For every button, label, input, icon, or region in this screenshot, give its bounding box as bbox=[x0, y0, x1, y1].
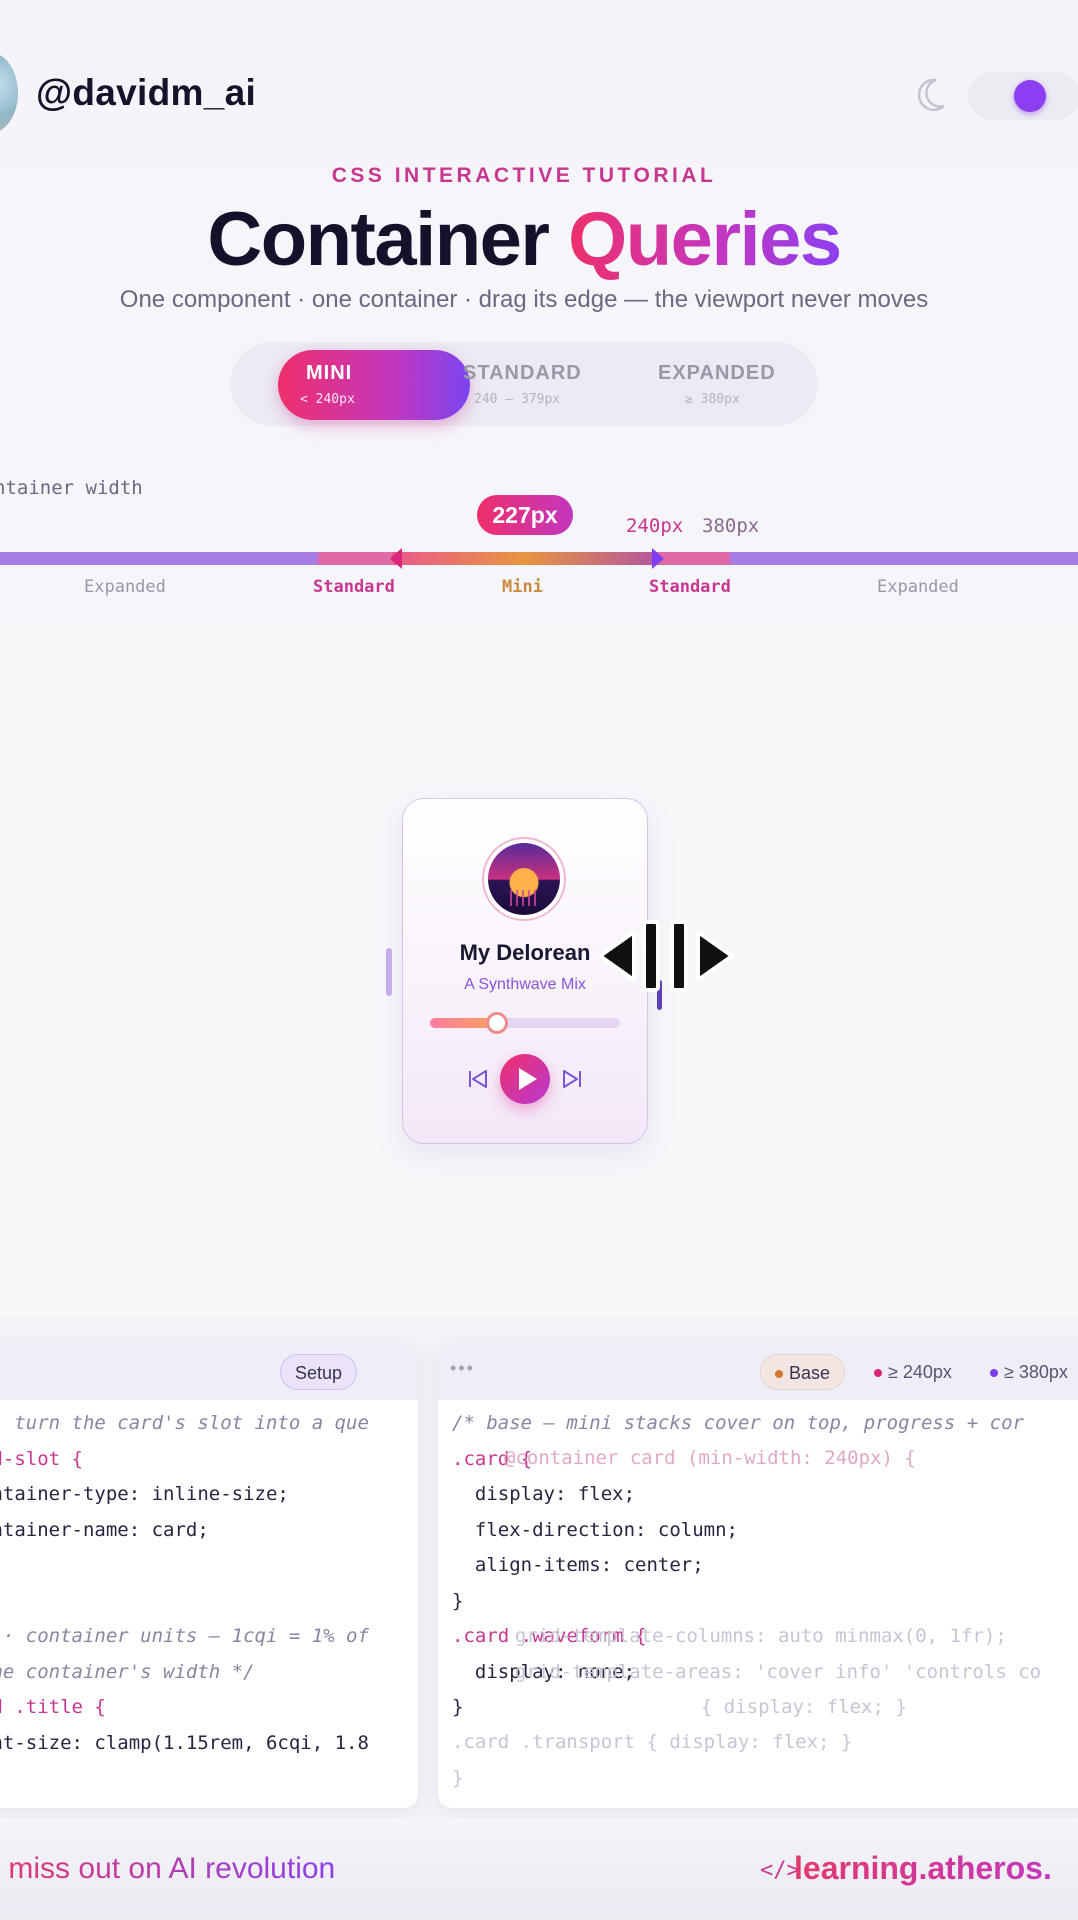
zone-label-expanded: Expanded bbox=[84, 577, 166, 597]
track-expanded-left bbox=[0, 552, 318, 565]
slot-edge-left bbox=[386, 948, 392, 996]
ghost-line: grid-template-areas: 'cover info' 'contr… bbox=[492, 1660, 1042, 1683]
page-subtitle: One component · one container · drag its… bbox=[119, 286, 929, 313]
cover-grid-lines bbox=[510, 890, 538, 906]
code-line: ontainer-name: card; bbox=[0, 1518, 209, 1541]
code-ghost-block: { display: flex; } bbox=[678, 1690, 907, 1726]
code-ghost-block: .card .transport { display: flex; } } bbox=[452, 1725, 852, 1796]
code-line: rd .title { bbox=[0, 1696, 106, 1718]
dot-icon bbox=[874, 1369, 882, 1378]
tab-expanded[interactable]: EXPANDED bbox=[658, 362, 776, 385]
tab-standard-range: 240 – 379px bbox=[474, 392, 561, 407]
ghost-line: } bbox=[452, 1766, 464, 1789]
tab-expanded-range: ≥ 380px bbox=[685, 392, 740, 407]
code-line: ont-size: clamp(1.15rem, 6cqi, 1.8 bbox=[0, 1731, 369, 1754]
ghost-line: grid-template-columns: auto minmax(0, 1f… bbox=[492, 1625, 1007, 1647]
code-line: * · container units — 1cqi = 1% of bbox=[0, 1625, 369, 1647]
tab-mini-label: MINI bbox=[306, 362, 353, 384]
toggle-knob[interactable] bbox=[1014, 80, 1046, 112]
code-line: /* base — mini stacks cover on top, prog… bbox=[452, 1412, 1024, 1434]
zone-label-mini: Mini bbox=[502, 577, 543, 597]
ghost-line: { display: flex; } bbox=[678, 1696, 907, 1718]
code-block-setup: · turn the card's slot into a que rd-slo… bbox=[0, 1406, 369, 1761]
title-part-a: Container bbox=[207, 197, 550, 282]
dot-icon bbox=[775, 1370, 783, 1379]
previous-icon[interactable] bbox=[466, 1068, 490, 1090]
code-line: } bbox=[452, 1589, 464, 1612]
code-ghost-block: @container card (min-width: 240px) { bbox=[504, 1441, 916, 1477]
tab-standard[interactable]: STANDARD bbox=[463, 362, 582, 385]
user-handle: @davidm_ai bbox=[36, 72, 257, 113]
footer-link[interactable]: learning.atheros. bbox=[794, 1850, 1052, 1887]
title-part-b: Queries bbox=[568, 197, 842, 282]
resize-cursor-icon bbox=[598, 920, 734, 992]
current-width-badge: 227px bbox=[477, 495, 573, 535]
ghost-line: .card .transport { display: flex; } bbox=[452, 1731, 853, 1753]
track-mini bbox=[392, 552, 656, 565]
code-line: } bbox=[452, 1696, 464, 1718]
panel-dots: ••• bbox=[450, 1358, 475, 1378]
next-icon[interactable] bbox=[560, 1068, 584, 1090]
progress-thumb[interactable] bbox=[485, 1012, 508, 1034]
code-panel-queries: ••• Base ≥ 240px ≥ 380px /* base — mini … bbox=[438, 1344, 1078, 1808]
code-line: the container's width */ bbox=[0, 1660, 255, 1683]
chip-240[interactable]: ≥ 240px bbox=[860, 1354, 966, 1390]
zone-label-standard: Standard bbox=[649, 577, 731, 597]
track-expanded-right bbox=[730, 552, 1078, 565]
tab-mini[interactable] bbox=[278, 350, 470, 420]
chip-base[interactable]: Base bbox=[760, 1354, 846, 1390]
zone-label-expanded: Expanded bbox=[877, 577, 959, 597]
breakpoint-240-label: 240px bbox=[626, 515, 684, 537]
moon-icon[interactable] bbox=[910, 74, 950, 114]
footer-tagline: 't miss out on AI revolution bbox=[0, 1852, 335, 1886]
code-line: flex-direction: column; bbox=[452, 1518, 738, 1541]
code-line: · turn the card's slot into a que bbox=[0, 1412, 369, 1434]
chip-380[interactable]: ≥ 380px bbox=[976, 1354, 1078, 1390]
chip-380-label: ≥ 380px bbox=[1004, 1362, 1068, 1382]
track-standard-left bbox=[318, 552, 392, 565]
track-standard-right bbox=[656, 552, 730, 565]
container-width-label: ntainer width bbox=[0, 477, 143, 499]
zone-label-standard: Standard bbox=[313, 577, 395, 597]
tab-mini-range: < 240px bbox=[300, 392, 355, 407]
chip-setup[interactable]: Setup bbox=[280, 1354, 358, 1390]
page-title: Container Queries bbox=[0, 196, 1048, 283]
code-line: display: flex; bbox=[452, 1483, 636, 1505]
code-panel-setup: Setup · turn the card's slot into a que … bbox=[0, 1344, 418, 1808]
code-line: rd-slot { bbox=[0, 1447, 83, 1470]
chip-base-label: Base bbox=[789, 1363, 831, 1383]
chip-240-label: ≥ 240px bbox=[888, 1362, 952, 1382]
breakpoint-380-label: 380px bbox=[702, 515, 760, 537]
code-ghost-block: grid-template-columns: auto minmax(0, 1f… bbox=[492, 1619, 1041, 1690]
ghost-line: @container card (min-width: 240px) { bbox=[504, 1447, 916, 1469]
code-line: ontainer-type: inline-size; bbox=[0, 1483, 289, 1505]
dot-icon bbox=[990, 1369, 998, 1378]
code-line: align-items: center; bbox=[452, 1554, 704, 1576]
eyebrow: CSS INTERACTIVE TUTORIAL bbox=[331, 164, 717, 187]
